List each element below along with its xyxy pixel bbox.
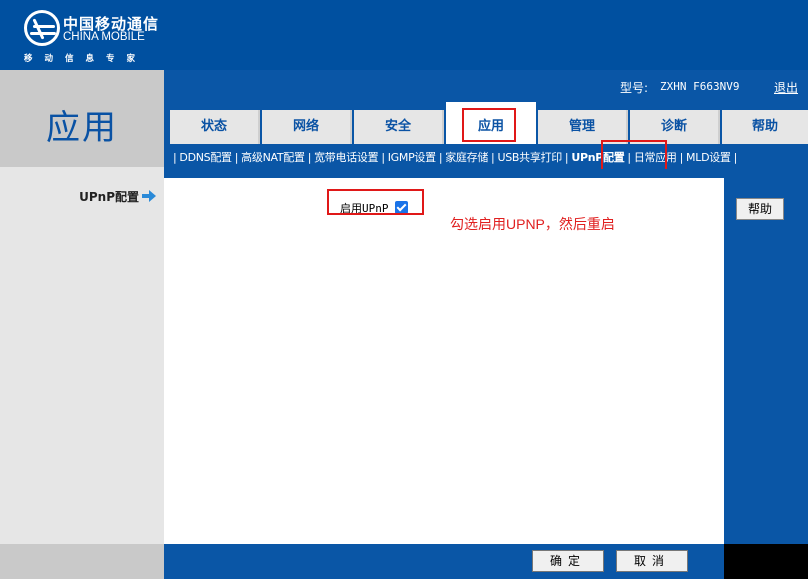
upnp-enable-label: 启用UPnP <box>340 202 389 215</box>
sub-nav-bar: | DDNS配置 | 高级NAT配置 | 宽带电话设置 | IGMP设置 | 家庭存储 | USB共享… <box>164 144 808 169</box>
model-bar: 型号: ZXHN F663NV9 退出 <box>164 70 808 102</box>
tab-management[interactable]: 管理 <box>538 110 628 144</box>
subnav-voip[interactable]: 宽带电话设置 <box>314 151 379 164</box>
china-mobile-logo: 中国移动通信 CHINA MOBILE 移动信息专家 <box>20 8 160 64</box>
subnav-igmp[interactable]: IGMP设置 <box>388 151 436 164</box>
bottom-action-bar: 确定 取消 <box>164 544 724 579</box>
annotation-text: 勾选启用UPNP，然后重启 <box>450 216 615 232</box>
model-label: 型号: <box>620 81 649 95</box>
subnav-ddns[interactable]: DDNS配置 <box>179 151 232 164</box>
bottom-right-corner <box>724 544 808 579</box>
confirm-button[interactable]: 确定 <box>532 550 604 572</box>
subnav-usb-print[interactable]: USB共享打印 <box>497 151 562 164</box>
help-button[interactable]: 帮助 <box>736 198 784 220</box>
subnav-daily-apps[interactable]: 日常应用 <box>634 151 677 164</box>
left-title-panel: 应用 <box>0 70 164 167</box>
logout-link[interactable]: 退出 <box>774 79 798 96</box>
cancel-button[interactable]: 取消 <box>616 550 688 572</box>
logo-en-text: CHINA MOBILE <box>63 31 145 43</box>
subnav-upnp[interactable]: UPnP配置 <box>571 151 624 164</box>
tab-security[interactable]: 安全 <box>354 110 444 144</box>
model-value: ZXHN F663NV9 <box>660 80 740 93</box>
tab-application[interactable]: 应用 <box>446 102 536 144</box>
subnav-home-storage[interactable]: 家庭存储 <box>445 151 488 164</box>
tab-network[interactable]: 网络 <box>262 110 352 144</box>
upnp-enable-row: 启用UPnP <box>340 200 408 216</box>
page-title: 应用 <box>46 108 118 148</box>
content-top-strip <box>164 169 808 178</box>
header-banner: 中国移动通信 CHINA MOBILE 移动信息专家 <box>0 0 808 70</box>
logo-sub-text: 移动信息专家 <box>24 54 148 64</box>
main-tab-bar: 状态 网络 安全 应用 管理 诊断 帮助 <box>164 102 808 144</box>
upnp-enable-checkbox[interactable] <box>394 201 408 214</box>
left-column: 应用 UPnP配置 <box>0 70 164 579</box>
tab-diagnostics[interactable]: 诊断 <box>630 110 720 144</box>
main-content: 启用UPnP 勾选启用UPNP，然后重启 <box>164 178 724 544</box>
arrow-right-icon <box>142 190 156 202</box>
subnav-mld[interactable]: MLD设置 <box>686 151 731 164</box>
logo-mark-icon <box>24 10 60 46</box>
section-label: UPnP配置 <box>0 188 156 205</box>
right-help-column: 帮助 <box>724 178 808 544</box>
left-footer-panel <box>0 544 164 579</box>
section-label-text: UPnP配置 <box>79 190 139 204</box>
tab-status[interactable]: 状态 <box>170 110 260 144</box>
tab-help[interactable]: 帮助 <box>722 110 808 144</box>
subnav-advanced-nat[interactable]: 高级NAT配置 <box>241 151 305 164</box>
